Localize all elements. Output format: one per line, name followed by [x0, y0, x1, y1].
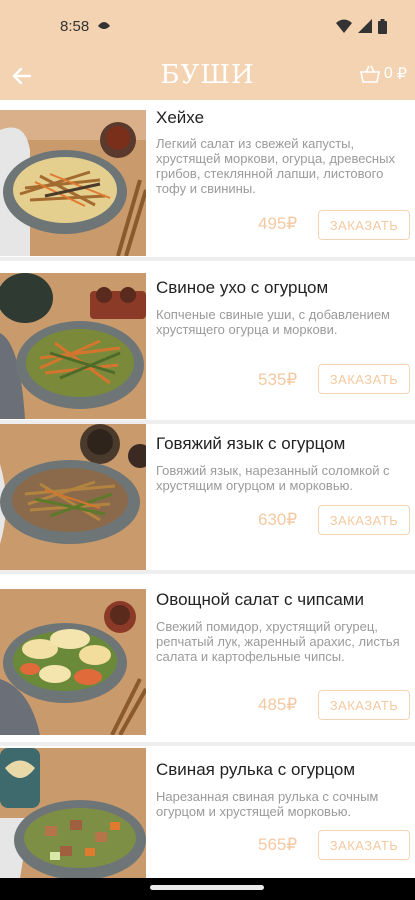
list-item[interactable]: Свиная рулька с огурцом Нарезанная свина… — [0, 746, 415, 878]
notification-icon — [98, 22, 111, 29]
product-price: 495₽ — [258, 214, 298, 233]
system-icons — [336, 18, 387, 34]
product-image — [0, 424, 146, 570]
product-price: 630₽ — [258, 510, 298, 529]
signal-icon — [358, 19, 372, 33]
product-description: Нарезанная свиная рулька с сочным огурцо… — [156, 789, 379, 819]
order-button[interactable]: ЗАКАЗАТЬ — [318, 505, 410, 535]
cart-count: 0 — [383, 65, 393, 82]
product-price: 535₽ — [258, 370, 298, 389]
order-button[interactable]: ЗАКАЗАТЬ — [318, 210, 410, 240]
order-button[interactable]: ЗАКАЗАТЬ — [318, 690, 410, 720]
product-image — [0, 748, 146, 878]
product-name: Свиная рулька с огурцом — [156, 760, 356, 779]
product-description: Легкий салат из свежей капусты, хрустяще… — [156, 136, 395, 196]
product-name: Свиное ухо с огурцом — [156, 278, 329, 297]
order-button[interactable]: ЗАКАЗАТЬ — [318, 364, 410, 394]
cart-button[interactable]: 0 ₽ — [359, 64, 407, 84]
product-description: Копченые свиные уши, с добавлением хруст… — [156, 307, 390, 337]
order-button[interactable]: ЗАКАЗАТЬ — [318, 830, 410, 860]
cart-currency: ₽ — [396, 66, 407, 83]
list-item[interactable]: Хейхе Легкий салат из свежей капусты, хр… — [0, 100, 415, 257]
product-name: Говяжий язык с огурцом — [156, 434, 346, 453]
wifi-icon — [336, 19, 352, 33]
product-description: Говяжий язык, нарезанный соломкой с хрус… — [156, 463, 390, 493]
product-image — [0, 110, 146, 256]
page-title: БУШИ — [160, 60, 255, 90]
list-item[interactable]: Овощной салат с чипсами Свежий помидор, … — [0, 574, 415, 742]
list-item[interactable]: Говяжий язык с огурцом Говяжий язык, нар… — [0, 424, 415, 570]
system-navigation-bar — [0, 878, 415, 900]
product-description: Свежий помидор, хрустящий огурец, репчат… — [156, 619, 400, 664]
home-gesture-handle[interactable] — [150, 885, 264, 890]
status-time: 8:58 — [60, 17, 90, 35]
battery-icon — [378, 18, 387, 34]
product-price: 485₽ — [258, 695, 298, 714]
app-bar: БУШИ 0 ₽ — [0, 52, 415, 100]
product-price: 565₽ — [258, 835, 298, 854]
list-item[interactable]: Свиное ухо с огурцом Копченые свиные уши… — [0, 261, 415, 420]
basket-icon — [359, 65, 380, 83]
product-image — [0, 589, 146, 735]
product-list[interactable]: Хейхе Легкий салат из свежей капусты, хр… — [0, 100, 415, 878]
status-bar: 8:58 — [0, 0, 415, 52]
product-name: Овощной салат с чипсами — [156, 590, 364, 609]
status-time-group: 8:58 — [60, 18, 111, 35]
product-name: Хейхе — [156, 108, 205, 127]
product-image — [0, 273, 146, 419]
